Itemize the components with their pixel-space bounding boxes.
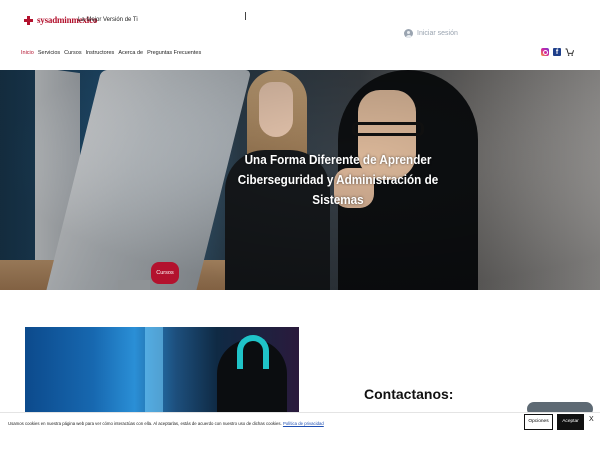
divider <box>245 12 246 20</box>
contact-title: Contactanos: <box>364 386 454 402</box>
site-tagline: La Mejor Versión de Ti <box>78 17 138 23</box>
hero-title-line1: Una Forma Diferente de Aprender <box>244 152 432 167</box>
headset-graphic <box>237 335 269 369</box>
cursos-button[interactable]: Cursos <box>151 262 179 284</box>
hero-title: Una Forma Diferente de Aprender Ciberseg… <box>221 150 455 210</box>
close-icon[interactable]: X <box>589 416 594 423</box>
login-label: Iniciar sesión <box>417 30 458 37</box>
cart-icon[interactable] <box>565 48 574 56</box>
cross-logo-icon <box>24 15 33 25</box>
page: sysadminmexico La Mejor Versión de Ti In… <box>0 0 600 450</box>
nav-item-instructores[interactable]: Instructores <box>86 50 115 56</box>
nav-item-cursos[interactable]: Cursos <box>64 50 81 56</box>
nav-item-servicios[interactable]: Servicios <box>38 50 60 56</box>
section-photo <box>25 327 299 415</box>
cookie-accept-button[interactable]: Aceptar <box>557 414 584 430</box>
cookie-text: Usamos cookies en nuestra página web par… <box>8 421 324 426</box>
cookie-message: Usamos cookies en nuestra página web par… <box>8 421 282 426</box>
site-header: sysadminmexico La Mejor Versión de Ti In… <box>0 0 600 70</box>
user-avatar-icon <box>404 29 413 38</box>
social-bar: f <box>541 48 574 56</box>
main-nav: Inicio Servicios Cursos Instructores Ace… <box>21 50 201 56</box>
cookie-banner: Usamos cookies en nuestra página web par… <box>0 412 600 432</box>
nav-item-preguntas-frecuentes[interactable]: Preguntas Frecuentes <box>147 50 201 56</box>
cookie-options-button[interactable]: Opciones <box>524 414 553 430</box>
nav-item-acerca-de[interactable]: Acerca de <box>118 50 143 56</box>
facebook-icon[interactable]: f <box>553 48 561 56</box>
privacy-policy-link[interactable]: Política de privacidad <box>283 421 324 426</box>
nav-item-inicio[interactable]: Inicio <box>21 50 34 56</box>
login-button[interactable]: Iniciar sesión <box>404 29 458 38</box>
instagram-icon[interactable] <box>541 48 549 56</box>
hero-title-line2: Ciberseguridad y Administración de Siste… <box>237 172 439 207</box>
